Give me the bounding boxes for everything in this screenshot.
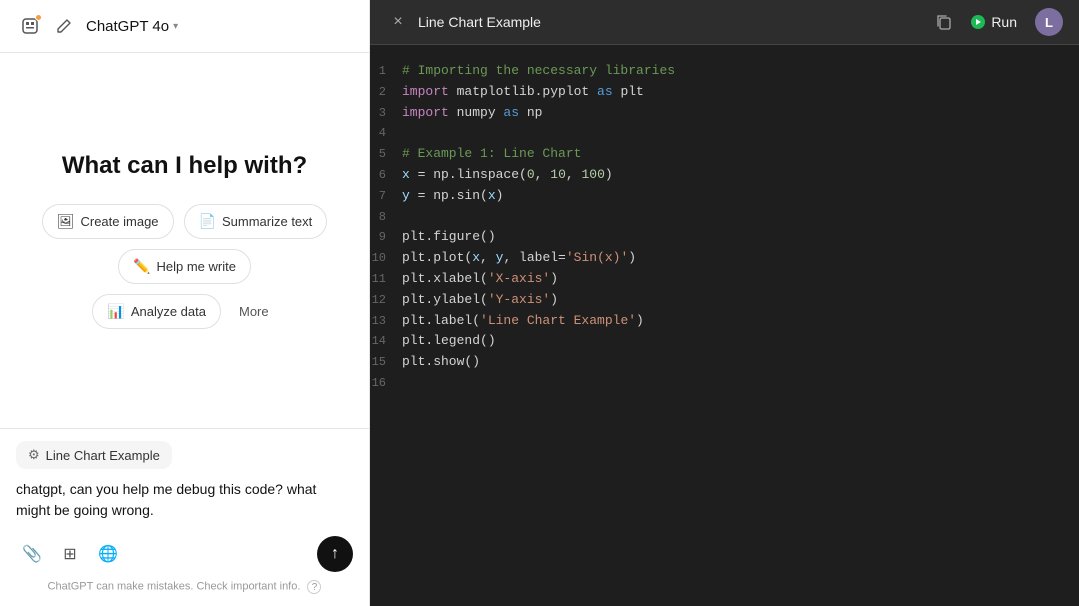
globe-icon: 🌐 — [98, 544, 118, 564]
code-line: 5# Example 1: Line Chart — [370, 144, 1079, 165]
chip-code-icon: ⚙ — [28, 447, 40, 463]
code-line: 1# Importing the necessary libraries — [370, 61, 1079, 82]
write-icon: ✏️ — [133, 258, 150, 275]
code-line: 8 — [370, 207, 1079, 228]
main-content: What can I help with? 🖼 Create image 📄 S… — [0, 53, 369, 428]
editor-title: Line Chart Example — [418, 14, 927, 30]
action-row2: 📊 Analyze data More — [92, 294, 276, 329]
analyze-data-button[interactable]: 📊 Analyze data — [92, 294, 221, 329]
message-input[interactable]: chatgpt, can you help me debug this code… — [16, 479, 353, 523]
globe-button[interactable]: 🌐 — [92, 538, 124, 570]
code-line: 2import matplotlib.pyplot as plt — [370, 82, 1079, 103]
right-panel: × Line Chart Example Run L 1# Importing … — [370, 0, 1079, 606]
editor-header: × Line Chart Example Run L — [370, 0, 1079, 45]
run-button[interactable]: Run — [963, 10, 1025, 34]
more-button[interactable]: More — [231, 300, 277, 323]
table-icon: ⊞ — [63, 544, 76, 564]
create-image-button[interactable]: 🖼 Create image — [42, 204, 174, 239]
attach-icon: 📎 — [22, 544, 42, 564]
file-chip: ⚙ Line Chart Example — [16, 441, 172, 469]
copy-button[interactable] — [935, 13, 953, 31]
close-button[interactable]: × — [386, 10, 410, 34]
analyze-label: Analyze data — [131, 304, 206, 319]
table-button[interactable]: ⊞ — [54, 538, 86, 570]
header-bar: ChatGPT 4o ▾ — [0, 0, 369, 53]
code-line: 14plt.legend() — [370, 331, 1079, 352]
main-question: What can I help with? — [62, 152, 307, 180]
code-line: 13plt.label('Line Chart Example') — [370, 311, 1079, 332]
editor-actions: Run L — [935, 8, 1063, 36]
disclaimer: ChatGPT can make mistakes. Check importa… — [16, 580, 353, 594]
run-icon — [971, 15, 985, 29]
code-line: 4 — [370, 123, 1079, 144]
create-image-label: Create image — [80, 214, 158, 229]
action-buttons: 🖼 Create image 📄 Summarize text ✏️ Help … — [20, 204, 349, 284]
analyze-icon: 📊 — [107, 303, 124, 320]
header-icons — [16, 12, 78, 40]
notification-icon[interactable] — [16, 12, 44, 40]
summarize-icon: 📄 — [199, 213, 216, 230]
toolbar-row: 📎 ⊞ 🌐 ↑ — [16, 536, 353, 572]
summarize-label: Summarize text — [222, 214, 312, 229]
user-avatar: L — [1035, 8, 1063, 36]
summarize-text-button[interactable]: 📄 Summarize text — [184, 204, 328, 239]
code-line: 3import numpy as np — [370, 103, 1079, 124]
attach-button[interactable]: 📎 — [16, 538, 48, 570]
app-name[interactable]: ChatGPT 4o ▾ — [86, 18, 178, 35]
chevron-down-icon: ▾ — [173, 21, 178, 32]
bottom-area: ⚙ Line Chart Example chatgpt, can you he… — [0, 428, 369, 606]
run-label: Run — [991, 14, 1017, 30]
code-line: 16 — [370, 373, 1079, 394]
code-line: 7y = np.sin(x) — [370, 186, 1079, 207]
edit-icon[interactable] — [50, 12, 78, 40]
send-button[interactable]: ↑ — [317, 536, 353, 572]
code-line: 12plt.ylabel('Y-axis') — [370, 290, 1079, 311]
code-line: 11plt.xlabel('X-axis') — [370, 269, 1079, 290]
help-write-button[interactable]: ✏️ Help me write — [118, 249, 251, 284]
create-image-icon: 🖼 — [57, 213, 75, 230]
code-line: 9plt.figure() — [370, 227, 1079, 248]
code-line: 15plt.show() — [370, 352, 1079, 373]
code-line: 6x = np.linspace(0, 10, 100) — [370, 165, 1079, 186]
help-write-label: Help me write — [156, 259, 235, 274]
send-icon: ↑ — [331, 545, 339, 563]
help-icon[interactable]: ? — [307, 580, 321, 594]
code-area: 1# Importing the necessary libraries2imp… — [370, 45, 1079, 606]
left-panel: ChatGPT 4o ▾ What can I help with? 🖼 Cre… — [0, 0, 370, 606]
chip-label: Line Chart Example — [46, 448, 160, 463]
code-line: 10plt.plot(x, y, label='Sin(x)') — [370, 248, 1079, 269]
toolbar-left: 📎 ⊞ 🌐 — [16, 538, 124, 570]
